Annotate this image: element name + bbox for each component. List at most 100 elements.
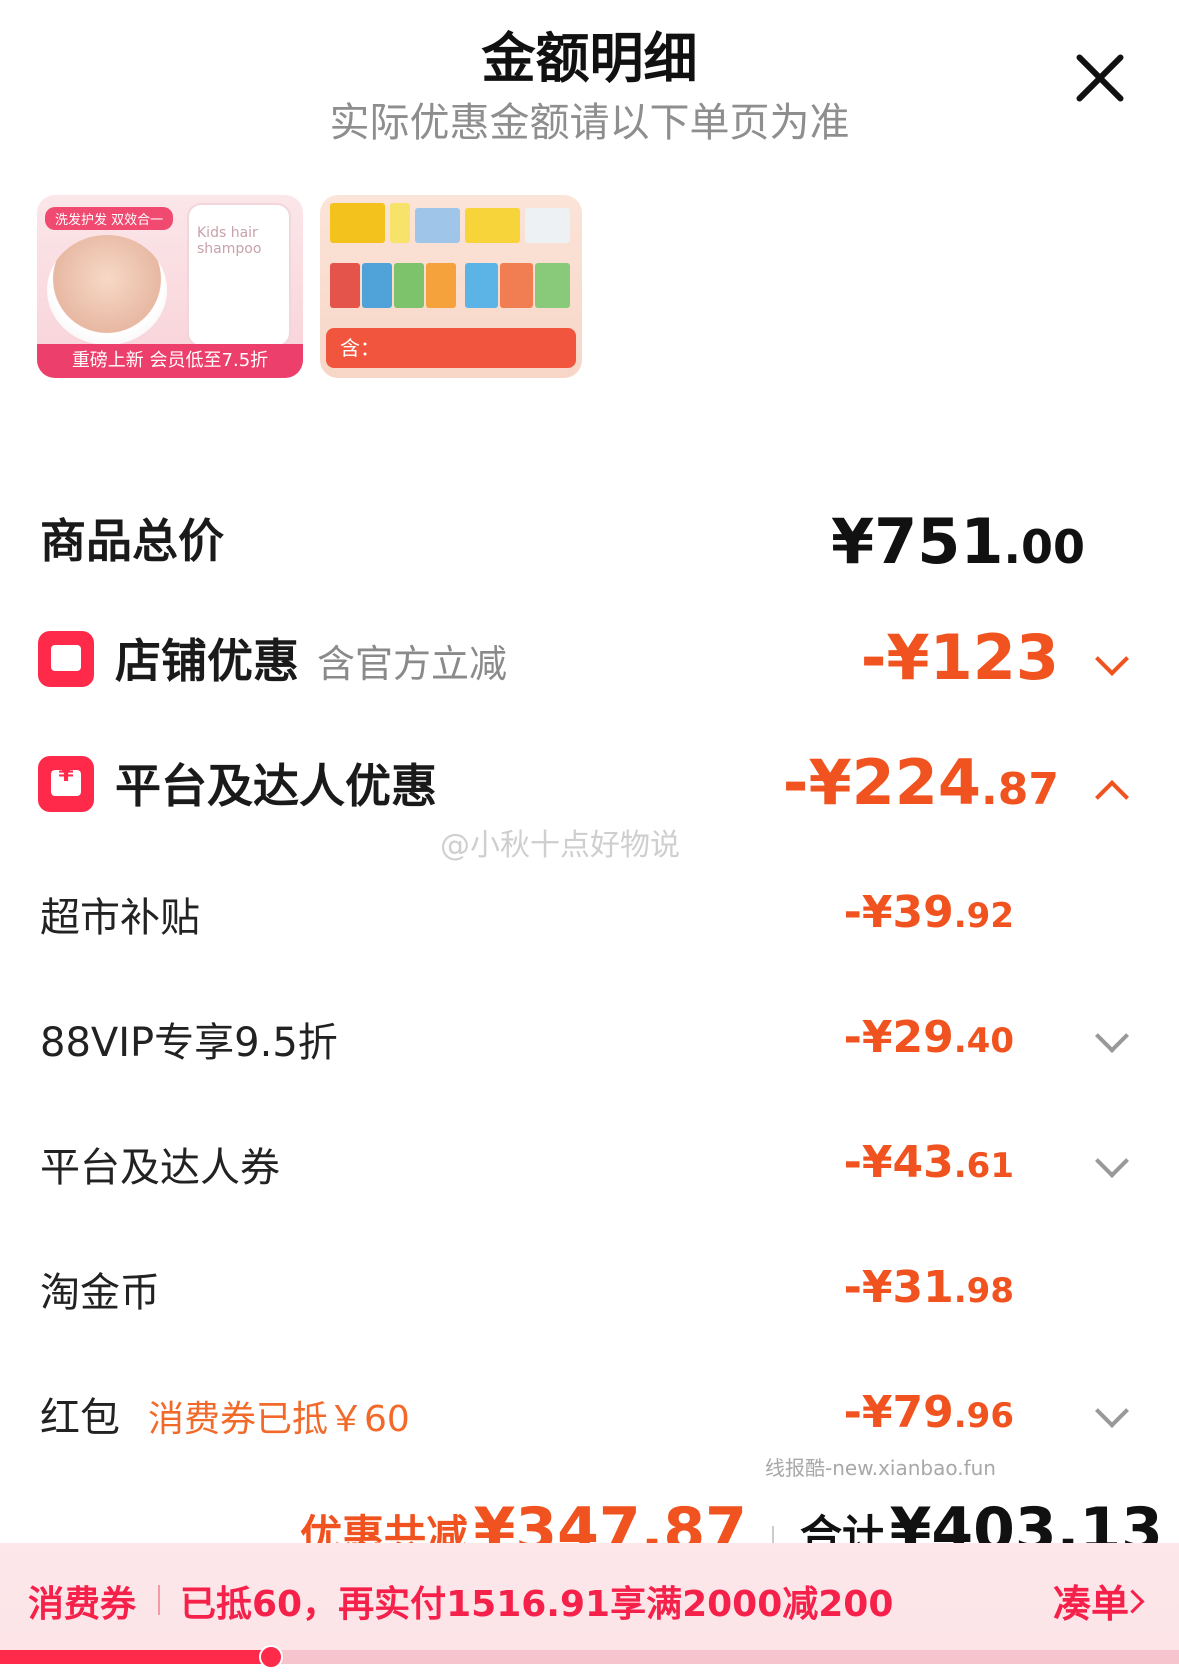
detail-title: 超市补贴 bbox=[40, 895, 200, 941]
amount-int: 43 bbox=[892, 1137, 954, 1188]
row-store-discount[interactable]: 店铺优惠 含官方立减 -¥123 bbox=[0, 621, 1179, 705]
row-platform-discount[interactable]: ¥ 平台及达人优惠 -¥224.87 bbox=[0, 746, 1179, 830]
weibo-watermark: @小秋十点好物说 bbox=[440, 828, 680, 863]
book-cover bbox=[415, 208, 460, 243]
amount-sign: -¥ bbox=[843, 887, 893, 938]
page-title: 金额明细 bbox=[481, 27, 698, 90]
goods-total-label: 商品总价 bbox=[40, 514, 224, 568]
page-subtitle: 实际优惠金额请以下单页为准 bbox=[329, 100, 850, 146]
voucher-tag: 消费券 bbox=[28, 1584, 137, 1625]
amount-dec: .92 bbox=[953, 896, 1014, 936]
store-icon-shape bbox=[51, 645, 81, 671]
chevron-up-icon[interactable] bbox=[1095, 780, 1129, 814]
chevron-down-icon[interactable] bbox=[1095, 1019, 1129, 1053]
bottle-text: Kids hair shampoo bbox=[197, 225, 262, 257]
detail-title: 淘金币 bbox=[40, 1270, 160, 1316]
detail-label: 平台及达人券 bbox=[40, 1135, 280, 1193]
book-cover bbox=[535, 263, 570, 308]
amount-int: 224 bbox=[851, 746, 982, 819]
platform-discount-value: -¥224.87 bbox=[783, 746, 1059, 819]
amount-dec: .40 bbox=[953, 1021, 1014, 1061]
detail-label: 88VIP专享9.5折 bbox=[40, 1010, 338, 1068]
store-discount-value: -¥123 bbox=[861, 621, 1059, 694]
thumbnail-tag: 洗发护发 双效合一 bbox=[45, 207, 174, 230]
grand-total-label: 合计 bbox=[800, 1511, 885, 1545]
amount-int: 31 bbox=[892, 1262, 954, 1313]
amount-dec: .98 bbox=[953, 1271, 1014, 1311]
amount-sign: -¥ bbox=[782, 746, 852, 819]
divider bbox=[158, 1585, 160, 1615]
discount-total-value: ¥347.87 bbox=[473, 1495, 747, 1545]
detail-value: -¥31.98 bbox=[844, 1262, 1014, 1313]
footer-summary-text: 优惠共减 ¥347.87 合计 ¥403.13 bbox=[300, 1495, 1163, 1545]
currency-symbol: ¥ bbox=[830, 505, 875, 578]
book-cover bbox=[330, 263, 360, 308]
amount-dec: .96 bbox=[953, 1396, 1014, 1436]
coupon-icon: ¥ bbox=[38, 756, 94, 812]
row-goods-total: 商品总价 ¥751.00 bbox=[0, 505, 1179, 585]
platform-discount-label: 平台及达人优惠 bbox=[115, 759, 437, 813]
amount-int: 751 bbox=[874, 505, 1004, 578]
close-icon[interactable] bbox=[1072, 50, 1128, 106]
grand-total-value: ¥403.13 bbox=[889, 1495, 1163, 1545]
store-discount-label: 店铺优惠 含官方立减 bbox=[115, 625, 507, 691]
child-photo bbox=[47, 235, 167, 345]
amount-int: 79 bbox=[892, 1387, 954, 1438]
header: 金额明细 实际优惠金额请以下单页为准 bbox=[0, 0, 1179, 190]
discount-detail-row[interactable]: 红包 消费券已抵￥60 -¥79.96 bbox=[0, 1385, 1179, 1455]
voucher-progress-knob bbox=[259, 1645, 284, 1669]
detail-title: 88VIP专享9.5折 bbox=[40, 1020, 338, 1066]
site-watermark: 线报酷-new.xianbao.fun bbox=[765, 1456, 996, 1480]
books-collage bbox=[330, 203, 572, 323]
goods-total-value: ¥751.00 bbox=[831, 505, 1085, 578]
detail-value: -¥39.92 bbox=[844, 887, 1014, 938]
amount-dec: .87 bbox=[981, 764, 1059, 815]
amount-dec: .00 bbox=[1003, 520, 1086, 574]
book-cover bbox=[394, 263, 424, 308]
add-items-link[interactable]: 凑单 bbox=[1053, 1573, 1129, 1628]
detail-title: 红包 bbox=[40, 1395, 120, 1441]
chevron-down-icon[interactable] bbox=[1095, 642, 1129, 676]
book-cover bbox=[500, 263, 533, 308]
detail-title: 平台及达人券 bbox=[40, 1145, 280, 1191]
amount-sign: -¥ bbox=[843, 1012, 893, 1063]
book-cover bbox=[465, 208, 520, 243]
product-thumbnail-shampoo[interactable]: 洗发护发 双效合一 Kids hair shampoo 重磅上新 会员低至7.5… bbox=[37, 195, 303, 378]
discount-detail-row[interactable]: 88VIP专享9.5折 -¥29.40 bbox=[0, 1010, 1179, 1080]
shampoo-bottle: Kids hair shampoo bbox=[187, 203, 291, 347]
thumbnail-banner: 含： bbox=[326, 328, 576, 368]
voucher-progress-fill bbox=[0, 1650, 272, 1664]
detail-value: -¥29.40 bbox=[844, 1012, 1014, 1063]
discount-detail-row: 超市补贴 -¥39.92 bbox=[0, 885, 1179, 955]
detail-note: 消费券已抵￥60 bbox=[148, 1399, 410, 1440]
footer-summary: 优惠共减 ¥347.87 合计 ¥403.13 bbox=[0, 1495, 1179, 1545]
discount-detail-row[interactable]: 平台及达人券 -¥43.61 bbox=[0, 1135, 1179, 1205]
discount-total-label: 优惠共减 bbox=[300, 1511, 469, 1545]
amount-int: 29 bbox=[892, 1012, 954, 1063]
voucher-bar[interactable]: 消费券 已抵60，再实付1516.91享满2000减200 凑单 bbox=[0, 1543, 1179, 1653]
store-discount-note: 含官方立减 bbox=[317, 642, 508, 686]
product-thumbnail-books[interactable]: 含： bbox=[320, 195, 582, 378]
detail-value: -¥43.61 bbox=[844, 1137, 1014, 1188]
amount-sign: -¥ bbox=[843, 1262, 893, 1313]
detail-label: 淘金币 bbox=[40, 1260, 160, 1318]
detail-value: -¥79.96 bbox=[844, 1387, 1014, 1438]
detail-label: 红包 消费券已抵￥60 bbox=[40, 1385, 410, 1443]
amount-sign: -¥ bbox=[860, 621, 930, 694]
store-discount-title: 店铺优惠 bbox=[115, 634, 299, 688]
store-icon bbox=[38, 631, 94, 687]
chevron-down-icon[interactable] bbox=[1095, 1394, 1129, 1428]
amount-dec: .61 bbox=[953, 1146, 1014, 1186]
discount-detail-row: 淘金币 -¥31.98 bbox=[0, 1260, 1179, 1330]
book-cover bbox=[362, 263, 392, 308]
voucher-text: 已抵60，再实付1516.91享满2000减200 bbox=[180, 1584, 894, 1625]
amount-sign: -¥ bbox=[843, 1387, 893, 1438]
book-cover bbox=[525, 208, 570, 243]
amount-int: 39 bbox=[892, 887, 954, 938]
book-cover bbox=[330, 203, 385, 243]
thumbnail-banner: 重磅上新 会员低至7.5折 bbox=[37, 344, 303, 378]
book-cover bbox=[390, 203, 410, 243]
chevron-down-icon[interactable] bbox=[1095, 1144, 1129, 1178]
book-cover bbox=[465, 263, 498, 308]
amount-int: 123 bbox=[929, 621, 1059, 694]
